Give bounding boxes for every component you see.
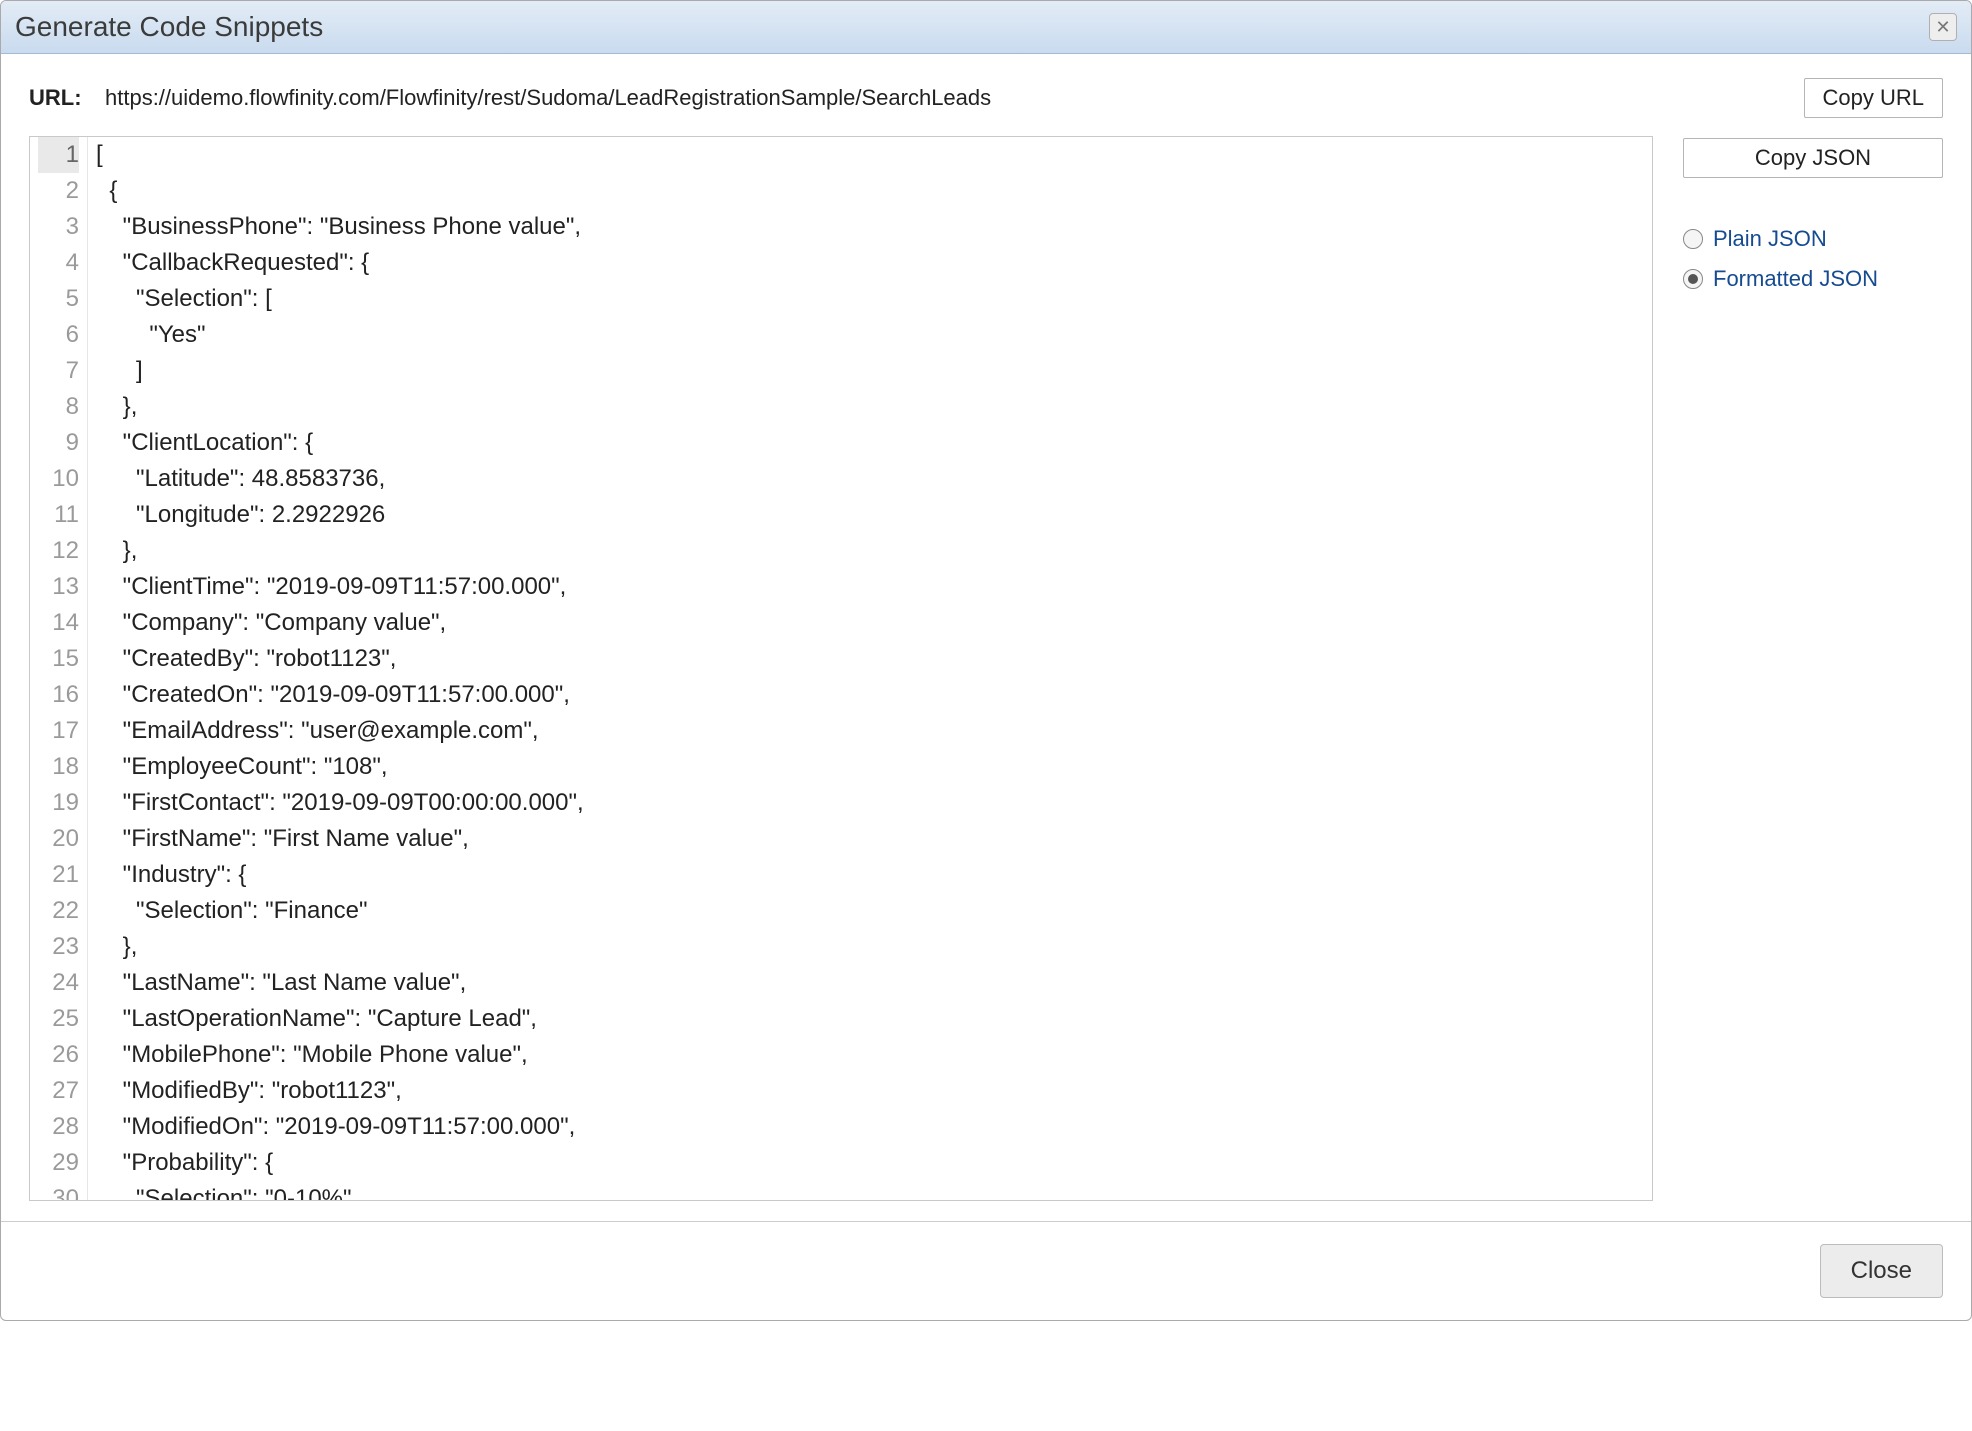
line-number-gutter: 1234567891011121314151617181920212223242… xyxy=(30,137,88,1201)
line-number: 3 xyxy=(38,209,79,245)
format-radio-plain-json[interactable]: Plain JSON xyxy=(1683,226,1943,252)
content-row: 1234567891011121314151617181920212223242… xyxy=(1,136,1971,1211)
line-number: 18 xyxy=(38,749,79,785)
code-line: "Selection": "Finance" xyxy=(96,893,584,929)
line-number: 10 xyxy=(38,461,79,497)
titlebar: Generate Code Snippets ✕ xyxy=(1,1,1971,54)
code-line: "EmployeeCount": "108", xyxy=(96,749,584,785)
code-line: "CreatedBy": "robot1123", xyxy=(96,641,584,677)
code-line: "LastOperationName": "Capture Lead", xyxy=(96,1001,584,1037)
side-column: Copy JSON Plain JSON Formatted JSON xyxy=(1683,136,1943,292)
line-number: 8 xyxy=(38,389,79,425)
line-number: 2 xyxy=(38,173,79,209)
line-number: 21 xyxy=(38,857,79,893)
line-number: 6 xyxy=(38,317,79,353)
code-line: "Yes" xyxy=(96,317,584,353)
line-number: 1 xyxy=(38,137,79,173)
line-number: 11 xyxy=(38,497,79,533)
code-line: "Selection": [ xyxy=(96,281,584,317)
close-button[interactable]: Close xyxy=(1820,1244,1943,1298)
code-line: "CallbackRequested": { xyxy=(96,245,584,281)
line-number: 30 xyxy=(38,1181,79,1201)
code-line: "Selection": "0-10%" xyxy=(96,1181,584,1201)
code-line: "Latitude": 48.8583736, xyxy=(96,461,584,497)
code-line: ] xyxy=(96,353,584,389)
code-line: "ModifiedBy": "robot1123", xyxy=(96,1073,584,1109)
radio-label: Formatted JSON xyxy=(1713,266,1878,292)
url-row: URL: https://uidemo.flowfinity.com/Flowf… xyxy=(1,54,1971,136)
generate-code-dialog: Generate Code Snippets ✕ URL: https://ui… xyxy=(0,0,1972,1321)
format-radio-group: Plain JSON Formatted JSON xyxy=(1683,226,1943,292)
close-icon[interactable]: ✕ xyxy=(1929,13,1957,41)
code-line: "Industry": { xyxy=(96,857,584,893)
code-line: "Company": "Company value", xyxy=(96,605,584,641)
dialog-footer: Close xyxy=(1,1221,1971,1320)
code-line: "FirstContact": "2019-09-09T00:00:00.000… xyxy=(96,785,584,821)
dialog-title: Generate Code Snippets xyxy=(15,11,323,43)
code-area[interactable]: [ { "BusinessPhone": "Business Phone val… xyxy=(88,137,592,1201)
line-number: 17 xyxy=(38,713,79,749)
code-line: "EmailAddress": "user@example.com", xyxy=(96,713,584,749)
code-line: "ClientLocation": { xyxy=(96,425,584,461)
line-number: 25 xyxy=(38,1001,79,1037)
line-number: 13 xyxy=(38,569,79,605)
url-label: URL: xyxy=(29,85,89,111)
code-line: "BusinessPhone": "Business Phone value", xyxy=(96,209,584,245)
line-number: 15 xyxy=(38,641,79,677)
code-line: [ xyxy=(96,137,584,173)
code-line: }, xyxy=(96,929,584,965)
code-line: "LastName": "Last Name value", xyxy=(96,965,584,1001)
code-line: }, xyxy=(96,533,584,569)
line-number: 9 xyxy=(38,425,79,461)
radio-label: Plain JSON xyxy=(1713,226,1827,252)
code-line: "Probability": { xyxy=(96,1145,584,1181)
url-value: https://uidemo.flowfinity.com/Flowfinity… xyxy=(105,85,991,111)
radio-icon xyxy=(1683,269,1703,289)
line-number: 28 xyxy=(38,1109,79,1145)
copy-json-button[interactable]: Copy JSON xyxy=(1683,138,1943,178)
line-number: 27 xyxy=(38,1073,79,1109)
line-number: 24 xyxy=(38,965,79,1001)
line-number: 20 xyxy=(38,821,79,857)
code-line: "FirstName": "First Name value", xyxy=(96,821,584,857)
line-number: 7 xyxy=(38,353,79,389)
line-number: 5 xyxy=(38,281,79,317)
line-number: 23 xyxy=(38,929,79,965)
code-line: "MobilePhone": "Mobile Phone value", xyxy=(96,1037,584,1073)
line-number: 14 xyxy=(38,605,79,641)
code-line: { xyxy=(96,173,584,209)
format-radio-formatted-json[interactable]: Formatted JSON xyxy=(1683,266,1943,292)
copy-url-button[interactable]: Copy URL xyxy=(1804,78,1943,118)
line-number: 19 xyxy=(38,785,79,821)
line-number: 22 xyxy=(38,893,79,929)
code-line: "CreatedOn": "2019-09-09T11:57:00.000", xyxy=(96,677,584,713)
radio-icon xyxy=(1683,229,1703,249)
code-panel[interactable]: 1234567891011121314151617181920212223242… xyxy=(29,136,1653,1201)
code-line: }, xyxy=(96,389,584,425)
line-number: 16 xyxy=(38,677,79,713)
line-number: 29 xyxy=(38,1145,79,1181)
line-number: 12 xyxy=(38,533,79,569)
code-line: "ModifiedOn": "2019-09-09T11:57:00.000", xyxy=(96,1109,584,1145)
code-line: "Longitude": 2.2922926 xyxy=(96,497,584,533)
line-number: 26 xyxy=(38,1037,79,1073)
line-number: 4 xyxy=(38,245,79,281)
code-line: "ClientTime": "2019-09-09T11:57:00.000", xyxy=(96,569,584,605)
